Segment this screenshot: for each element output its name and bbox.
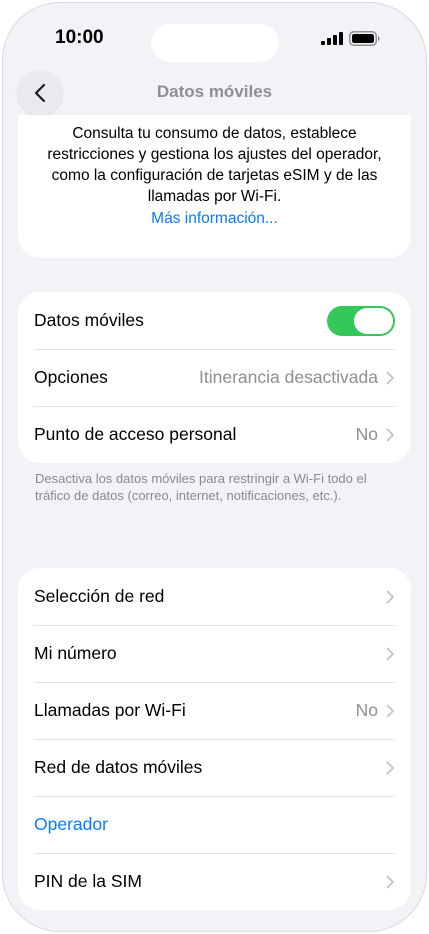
wifi-calling-row[interactable]: Llamadas por Wi-Fi No — [18, 682, 411, 739]
cellular-signal-icon — [321, 32, 343, 45]
cellular-data-toggle[interactable] — [327, 305, 395, 336]
chevron-right-icon — [386, 875, 394, 888]
personal-hotspot-label: Punto de acceso personal — [34, 424, 237, 444]
sim-pin-label: PIN de la SIM — [34, 871, 142, 891]
chevron-right-icon — [386, 371, 394, 384]
more-info-link[interactable]: Más información... — [151, 208, 278, 229]
options-label: Opciones — [34, 367, 108, 387]
carrier-row[interactable]: Operador — [18, 796, 411, 853]
sim-pin-row[interactable]: PIN de la SIM — [18, 853, 411, 910]
cellular-data-network-row[interactable]: Red de datos móviles — [18, 739, 411, 796]
chevron-right-icon — [386, 428, 394, 441]
page-title: Datos móviles — [156, 82, 273, 101]
cellular-settings-group: Datos móviles Opciones Itinerancia desac… — [18, 292, 411, 463]
my-number-label: Mi número — [34, 643, 117, 663]
network-settings-group: Selección de red Mi número Llamadas por … — [18, 568, 411, 910]
chevron-right-icon — [386, 647, 394, 660]
info-card: Consulta tu consumo de datos, establece … — [18, 115, 411, 258]
cellular-data-row: Datos móviles — [18, 292, 411, 349]
cellular-data-label: Datos móviles — [34, 310, 144, 330]
carrier-link[interactable]: Operador — [34, 814, 395, 835]
dynamic-island — [151, 24, 279, 62]
chevron-right-icon — [386, 590, 394, 603]
personal-hotspot-row[interactable]: Punto de acceso personal No — [18, 406, 411, 463]
navigation-bar: Datos móviles — [3, 71, 426, 115]
network-selection-row[interactable]: Selección de red — [18, 568, 411, 625]
chevron-right-icon — [386, 761, 394, 774]
status-time: 10:00 — [55, 27, 104, 48]
cellular-data-network-label: Red de datos móviles — [34, 757, 203, 777]
wifi-calling-label: Llamadas por Wi-Fi — [34, 700, 186, 720]
toggle-knob — [354, 307, 393, 334]
my-number-row[interactable]: Mi número — [18, 625, 411, 682]
chevron-right-icon — [386, 704, 394, 717]
info-description: Consulta tu consumo de datos, establece … — [47, 125, 382, 205]
phone-screen: 10:00 Datos móviles Consulta tu consumo … — [2, 2, 427, 932]
battery-icon — [349, 31, 380, 46]
cellular-data-footnote: Desactiva los datos móviles para restrin… — [35, 471, 367, 503]
options-row[interactable]: Opciones Itinerancia desactivada — [18, 349, 411, 406]
personal-hotspot-value: No — [355, 424, 378, 444]
status-bar: 10:00 — [3, 3, 426, 73]
network-selection-label: Selección de red — [34, 586, 165, 606]
wifi-calling-value: No — [355, 700, 378, 720]
options-value: Itinerancia desactivada — [199, 367, 378, 387]
